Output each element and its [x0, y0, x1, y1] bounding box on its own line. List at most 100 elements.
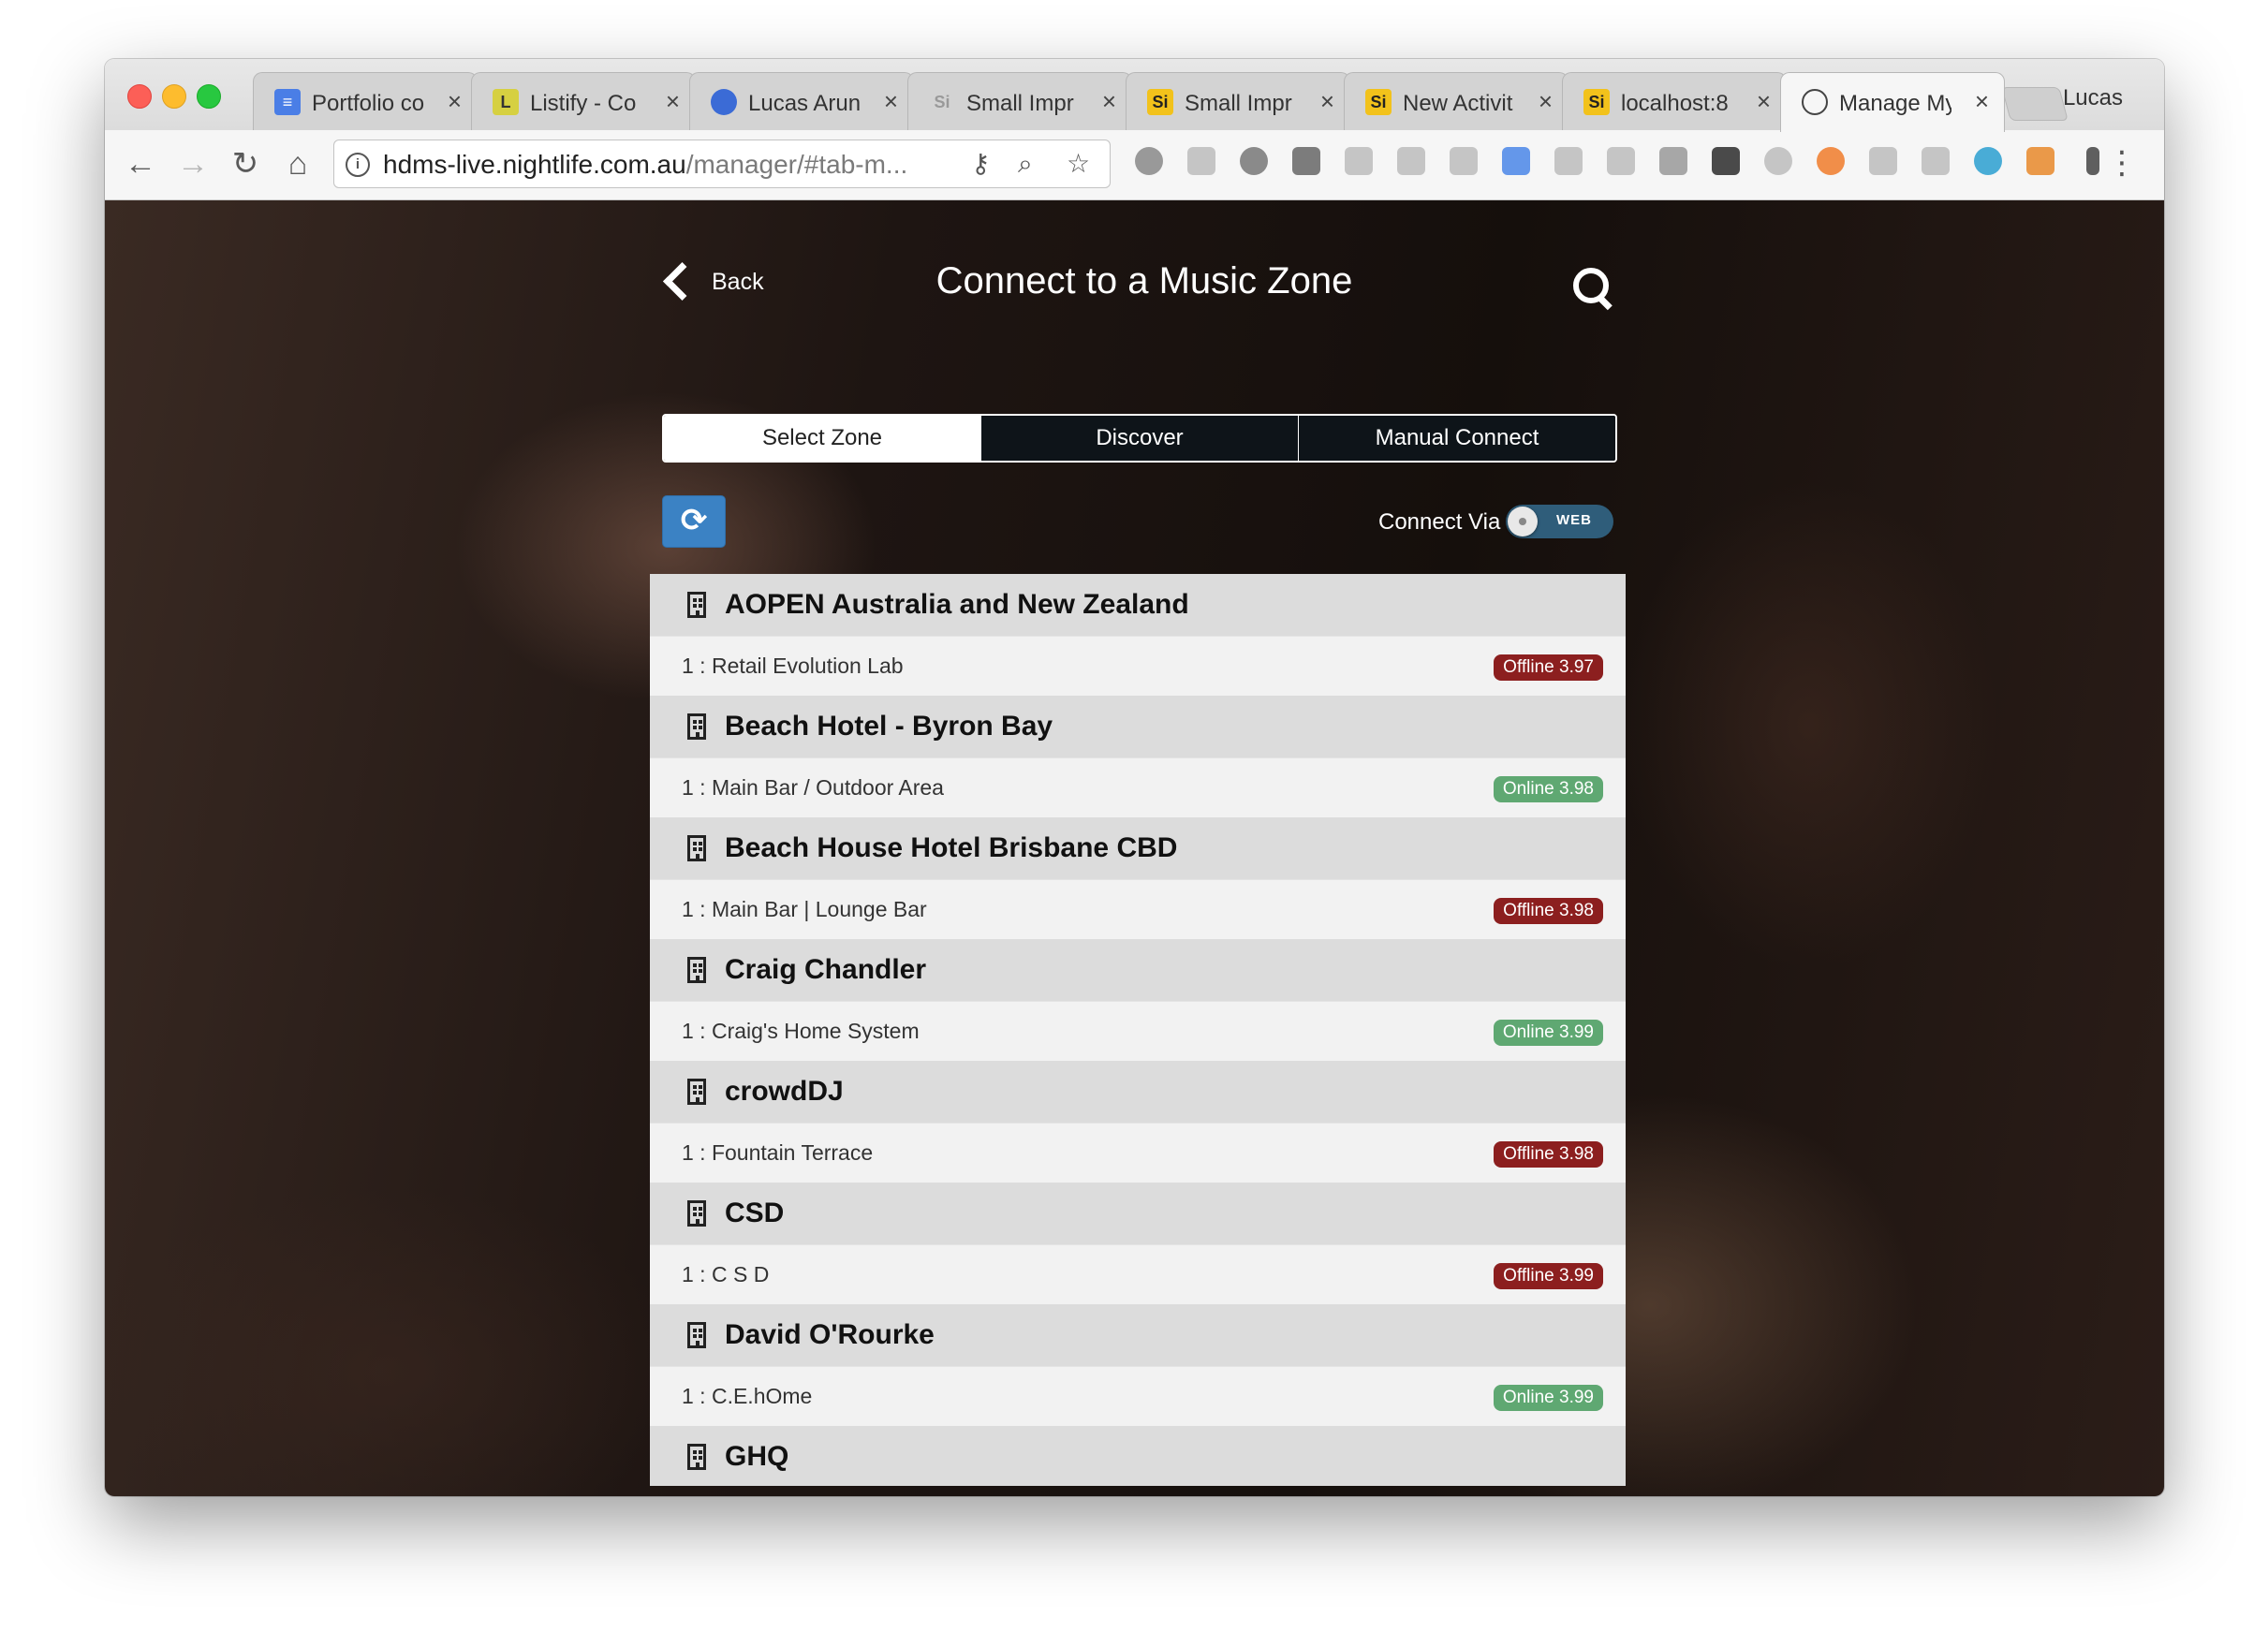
close-tab-icon[interactable]: ×	[1320, 88, 1334, 114]
close-tab-icon[interactable]: ×	[1975, 88, 1989, 114]
tab-select-zone[interactable]: Select Zone	[664, 416, 980, 461]
extension-icon[interactable]	[1659, 147, 1687, 175]
close-window-button[interactable]	[127, 84, 152, 109]
zone-row[interactable]: 1 : Craig's Home System Online 3.99	[650, 1001, 1626, 1061]
tab-title: Manage My	[1839, 91, 1951, 116]
home-icon[interactable]: ⌂	[277, 143, 318, 184]
toggle-label: WEB	[1556, 512, 1592, 528]
venue-header[interactable]: GHQ	[650, 1426, 1626, 1486]
search-button[interactable]	[1569, 264, 1616, 311]
close-tab-icon[interactable]: ×	[1102, 88, 1116, 114]
browser-tab[interactable]: Si Small Impr ×	[1126, 72, 1350, 130]
venue-name: crowdDJ	[725, 1076, 844, 1107]
building-icon	[687, 1079, 706, 1105]
zone-list: AOPEN Australia and New Zealand 1 : Reta…	[650, 574, 1626, 1486]
translate-icon[interactable]	[1502, 147, 1530, 175]
zone-row[interactable]: 1 : Retail Evolution Lab Offline 3.97	[650, 636, 1626, 696]
extension-icon[interactable]	[1607, 147, 1635, 175]
zone-row[interactable]: 1 : C.E.hOme Online 3.99	[650, 1366, 1626, 1426]
browser-tab-active[interactable]: Manage My ×	[1780, 72, 2005, 132]
status-badge: Online 3.98	[1493, 776, 1603, 802]
building-icon	[687, 835, 706, 861]
zone-name: 1 : C S D	[682, 1262, 770, 1286]
zone-name: 1 : C.E.hOme	[682, 1384, 813, 1408]
venue-header[interactable]: Beach Hotel - Byron Bay	[650, 696, 1626, 757]
profile-name[interactable]: Lucas	[2063, 85, 2123, 111]
extension-icon[interactable]	[1240, 147, 1268, 175]
web-page: Back Connect to a Music Zone Select Zone…	[105, 200, 2164, 1496]
bookmark-star-icon[interactable]: ☆	[1067, 148, 1090, 180]
extension-icon[interactable]	[1554, 147, 1583, 175]
extension-icon[interactable]	[1345, 147, 1373, 175]
tab-title: New Activit	[1403, 91, 1513, 116]
venue-header[interactable]: Beach House Hotel Brisbane CBD	[650, 817, 1626, 879]
zone-row[interactable]: 1 : Fountain Terrace Offline 3.98	[650, 1123, 1626, 1183]
si-icon: Si	[1365, 89, 1392, 115]
venue-header[interactable]: crowdDJ	[650, 1061, 1626, 1123]
back-arrow-icon[interactable]: ←	[120, 143, 161, 184]
browser-tab[interactable]: ≡ Portfolio co ×	[253, 72, 478, 130]
zone-name: 1 : Main Bar | Lounge Bar	[682, 897, 927, 921]
extension-icon[interactable]	[1187, 147, 1215, 175]
zone-name: 1 : Craig's Home System	[682, 1019, 920, 1043]
venue-header[interactable]: David O'Rourke	[650, 1304, 1626, 1366]
tab-manual-connect[interactable]: Manual Connect	[1298, 416, 1615, 461]
browser-tab[interactable]: Si New Activit ×	[1344, 72, 1568, 130]
extension-icon[interactable]	[1922, 147, 1950, 175]
venue-name: GHQ	[725, 1441, 789, 1472]
url-path: /manager/#tab-m...	[685, 150, 908, 179]
venue-header[interactable]: CSD	[650, 1183, 1626, 1244]
venue-header[interactable]: AOPEN Australia and New Zealand	[650, 574, 1626, 636]
status-badge: Offline 3.99	[1494, 1263, 1603, 1289]
zone-row[interactable]: 1 : Main Bar / Outdoor Area Online 3.98	[650, 757, 1626, 817]
status-badge: Offline 3.98	[1494, 898, 1603, 924]
reload-icon[interactable]: ↻	[225, 143, 266, 184]
forward-arrow-icon[interactable]: →	[172, 143, 214, 184]
extension-icon[interactable]	[1974, 147, 2002, 175]
browser-tab[interactable]: Si Small Impr ×	[907, 72, 1132, 130]
new-tab-button[interactable]	[2001, 87, 2069, 121]
close-tab-icon[interactable]: ×	[448, 88, 462, 114]
building-icon	[687, 1322, 706, 1348]
browser-tab[interactable]: Si localhost:8 ×	[1562, 72, 1787, 130]
extension-icon[interactable]	[1135, 147, 1163, 175]
venue-name: David O'Rourke	[725, 1319, 935, 1350]
close-tab-icon[interactable]: ×	[1539, 88, 1553, 114]
venue-header[interactable]: Craig Chandler	[650, 939, 1626, 1001]
drive-icon[interactable]	[1869, 147, 1897, 175]
tab-discover[interactable]: Discover	[980, 416, 1298, 461]
site-info-icon[interactable]: i	[346, 153, 370, 177]
tab-title: Small Impr	[1185, 91, 1292, 116]
extension-icon[interactable]	[2086, 147, 2099, 175]
building-icon	[687, 1200, 706, 1227]
address-bar[interactable]: i hdms-live.nightlife.com.au/manager/#ta…	[333, 140, 1111, 188]
extension-icon[interactable]	[1764, 147, 1792, 175]
extension-icon[interactable]	[1397, 147, 1425, 175]
zone-row[interactable]: 1 : C S D Offline 3.99	[650, 1244, 1626, 1304]
extension-icon[interactable]	[1450, 147, 1478, 175]
close-tab-icon[interactable]: ×	[666, 88, 680, 114]
connect-via-toggle[interactable]: WEB	[1506, 505, 1613, 538]
extension-icon[interactable]	[1817, 147, 1845, 175]
extension-icon[interactable]	[1292, 147, 1320, 175]
browser-tab[interactable]: L Listify - Co ×	[471, 72, 696, 130]
tab-title: Listify - Co	[530, 91, 637, 116]
refresh-button[interactable]: ⟳	[662, 495, 726, 548]
browser-tab[interactable]: Lucas Arun ×	[689, 72, 914, 130]
zoom-icon[interactable]: ⌕	[1018, 148, 1033, 180]
maximize-window-button[interactable]	[197, 84, 221, 109]
minimize-window-button[interactable]	[162, 84, 186, 109]
metamask-icon[interactable]	[2026, 147, 2054, 175]
browser-menu-icon[interactable]: ⋮	[2106, 140, 2138, 186]
venue-name: CSD	[725, 1198, 785, 1228]
tab-title: Portfolio co	[312, 91, 424, 116]
close-tab-icon[interactable]: ×	[884, 88, 898, 114]
globe-icon	[1802, 89, 1828, 115]
extension-icon[interactable]	[1712, 147, 1740, 175]
venue-name: AOPEN Australia and New Zealand	[725, 589, 1189, 620]
key-icon[interactable]: ⚷	[971, 148, 991, 180]
zone-row[interactable]: 1 : Main Bar | Lounge Bar Offline 3.98	[650, 879, 1626, 939]
close-tab-icon[interactable]: ×	[1757, 88, 1771, 114]
venue-name: Beach House Hotel Brisbane CBD	[725, 832, 1178, 863]
url-text: hdms-live.nightlife.com.au/manager/#tab-…	[383, 151, 907, 179]
